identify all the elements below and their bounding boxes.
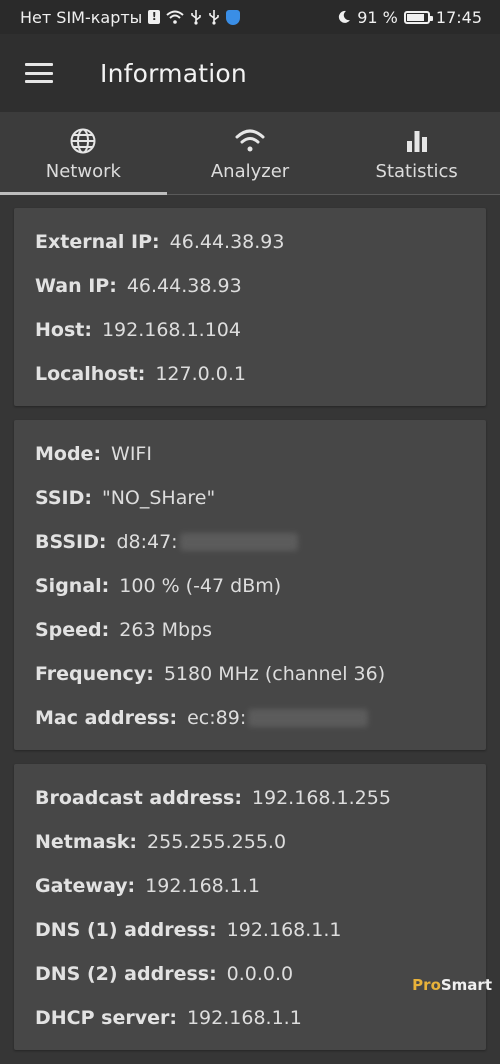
info-row-external-ip: External IP: 46.44.38.93 [35, 220, 486, 264]
info-row-netmask: Netmask: 255.255.255.0 [35, 820, 486, 864]
info-value: 192.168.1.1 [226, 919, 342, 941]
info-label: Mac address: [35, 707, 178, 729]
watermark-logo: ProSmart [412, 976, 492, 994]
info-label: BSSID: [35, 531, 107, 553]
info-value: 192.168.1.1 [145, 875, 260, 897]
carrier-text: Нет SIM-карты [20, 7, 143, 27]
info-row-gateway: Gateway: 192.168.1.1 [35, 864, 486, 908]
wifi-icon [166, 10, 184, 24]
info-row-mode: Mode: WIFI [35, 432, 486, 476]
info-value: ec:89: [187, 707, 247, 729]
wifi-info-card: Mode: WIFI SSID: "NO_SHare" BSSID: d8:47… [14, 420, 486, 750]
info-label: Gateway: [35, 875, 136, 897]
info-label: Netmask: [35, 831, 138, 853]
info-row-signal: Signal: 100 % (-47 dBm) [35, 564, 486, 608]
clock: 17:45 [435, 7, 482, 27]
globe-icon [69, 127, 97, 155]
info-value: 46.44.38.93 [169, 231, 285, 253]
watermark-part: Pro [412, 976, 441, 994]
bar-chart-icon [405, 127, 429, 155]
info-label: DNS (2) address: [35, 963, 217, 985]
moon-icon [337, 10, 351, 24]
info-row-dhcp-server: DHCP server: 192.168.1.1 [35, 996, 486, 1040]
info-row-ssid: SSID: "NO_SHare" [35, 476, 486, 520]
info-value: 192.168.1.255 [251, 787, 391, 809]
info-row-speed: Speed: 263 Mbps [35, 608, 486, 652]
info-value: 5180 MHz (channel 36) [163, 663, 386, 685]
watermark-part: Smart [440, 976, 492, 994]
tab-bar: Network Analyzer Statistics [0, 112, 500, 195]
info-label: DNS (1) address: [35, 919, 217, 941]
hamburger-menu-icon[interactable] [25, 63, 53, 83]
tab-label: Analyzer [210, 161, 290, 182]
info-value: 100 % (-47 dBm) [119, 575, 282, 597]
info-label: Host: [35, 319, 92, 341]
ip-info-card: External IP: 46.44.38.93 Wan IP: 46.44.3… [14, 208, 486, 406]
info-value: 46.44.38.93 [126, 275, 242, 297]
info-row-frequency: Frequency: 5180 MHz (channel 36) [35, 652, 486, 696]
info-value: 0.0.0.0 [226, 963, 294, 985]
info-label: Signal: [35, 575, 110, 597]
shield-icon [226, 9, 241, 25]
page-title: Information [100, 58, 247, 88]
info-label: SSID: [35, 487, 92, 509]
info-row-dns1: DNS (1) address: 192.168.1.1 [35, 908, 486, 952]
alert-icon: ! [148, 10, 161, 24]
tab-statistics[interactable]: Statistics [333, 112, 500, 194]
info-value: "NO_SHare" [101, 487, 216, 509]
battery-percent: 91 % [357, 7, 398, 27]
app-bar: Information [0, 34, 500, 112]
tab-network[interactable]: Network [0, 112, 167, 195]
status-bar: Нет SIM-карты ! 91 % 17:45 [0, 0, 500, 34]
tab-label: Network [45, 161, 121, 182]
info-value: 263 Mbps [119, 619, 212, 641]
info-row-wan-ip: Wan IP: 46.44.38.93 [35, 264, 486, 308]
info-content: External IP: 46.44.38.93 Wan IP: 46.44.3… [14, 208, 486, 1064]
info-label: Speed: [35, 619, 110, 641]
info-label: Wan IP: [35, 275, 117, 297]
info-label: Frequency: [35, 663, 154, 685]
info-row-localhost: Localhost: 127.0.0.1 [35, 352, 486, 396]
info-row-mac-address: Mac address: ec:89: [35, 696, 486, 740]
usb-icon [190, 9, 202, 25]
status-bar-left: Нет SIM-карты ! [20, 7, 241, 27]
redacted-blur [179, 533, 298, 551]
battery-icon [403, 10, 433, 24]
info-label: Mode: [35, 443, 102, 465]
dhcp-info-card: Broadcast address: 192.168.1.255 Netmask… [14, 764, 486, 1050]
info-value: d8:47: [116, 531, 178, 553]
tab-analyzer[interactable]: Analyzer [167, 112, 334, 194]
info-row-bssid: BSSID: d8:47: [35, 520, 486, 564]
info-label: External IP: [35, 231, 160, 253]
usb-icon [208, 9, 220, 25]
info-value: WIFI [111, 443, 152, 465]
info-value: 192.168.1.1 [186, 1007, 302, 1029]
info-value: 127.0.0.1 [155, 363, 246, 385]
wifi-icon [235, 127, 265, 155]
tab-label: Statistics [375, 161, 458, 182]
info-value: 255.255.255.0 [147, 831, 287, 853]
info-row-host: Host: 192.168.1.104 [35, 308, 486, 352]
status-bar-right: 91 % 17:45 [337, 8, 482, 27]
info-label: Broadcast address: [35, 787, 242, 809]
info-label: Localhost: [35, 363, 146, 385]
info-row-broadcast: Broadcast address: 192.168.1.255 [35, 776, 486, 820]
info-value: 192.168.1.104 [101, 319, 241, 341]
info-label: DHCP server: [35, 1007, 177, 1029]
redacted-blur [248, 709, 369, 727]
